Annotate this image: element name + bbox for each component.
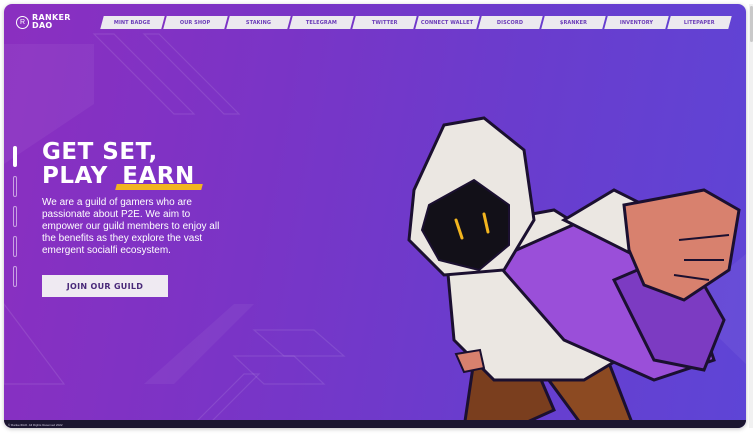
nav-mint-badge[interactable]: MINT BADGE [100,16,165,29]
nav-label: DISCORD [497,19,524,26]
slide-indicator-2[interactable] [13,176,17,197]
headline-line-1: GET SET, [42,139,158,165]
page-scrollbar-thumb[interactable] [750,6,753,42]
footer-bar: © RankerDAO. All Rights Reserved 2022 [4,420,746,428]
nav-twitter[interactable]: TWITTER [352,16,417,29]
nav-telegram[interactable]: TELEGRAM [289,16,354,29]
footer-copyright: © RankerDAO. All Rights Reserved 2022 [8,423,63,427]
brand-name: RANKER DAO [32,14,71,30]
nav-label: CONNECT WALLET [421,19,474,26]
headline-line-2: PLAY EARN [42,164,199,188]
top-navigation: MINT BADGE OUR SHOP STAKING TELEGRAM TWI… [100,16,732,29]
headline-prefix: PLAY [42,163,108,189]
nav-our-shop[interactable]: OUR SHOP [163,16,228,29]
slide-indicators [13,146,17,287]
nav-label: STAKING [245,19,272,26]
page-frame: R RANKER DAO MINT BADGE OUR SHOP STAKING… [4,4,746,428]
logo-mark-icon: R [16,15,29,29]
nav-discord[interactable]: DISCORD [478,16,543,29]
slide-indicator-1[interactable] [13,146,17,167]
brand-logo[interactable]: R RANKER DAO [16,14,71,30]
nav-inventory[interactable]: INVENTORY [604,16,669,29]
nav-label: LITEPAPER [684,19,715,26]
nav-label: MINT BADGE [114,19,151,26]
hero-description: We are a guild of gamers who are passion… [42,197,220,256]
slide-indicator-5[interactable] [13,266,17,287]
nav-label: OUR SHOP [180,19,211,26]
slide-indicator-4[interactable] [13,236,17,257]
page-scrollbar[interactable] [749,4,753,428]
join-guild-button[interactable]: JOIN OUR GUILD [42,275,168,297]
nav-ranker-token[interactable]: $RANKER [541,16,606,29]
highlight-text: EARN [122,163,195,189]
nav-label: TELEGRAM [305,19,338,26]
hooded-character-illustration [407,116,741,428]
nav-staking[interactable]: STAKING [226,16,291,29]
hero-headline: GET SET, PLAY EARN [42,140,199,188]
slide-indicator-3[interactable] [13,206,17,227]
nav-connect-wallet[interactable]: CONNECT WALLET [415,16,480,29]
nav-label: $RANKER [559,19,588,26]
nav-litepaper[interactable]: LITEPAPER [667,16,732,29]
nav-label: INVENTORY [619,19,654,26]
nav-label: TWITTER [371,19,398,26]
headline-highlight: EARN [118,164,198,188]
brand-line-2: DAO [32,21,53,30]
